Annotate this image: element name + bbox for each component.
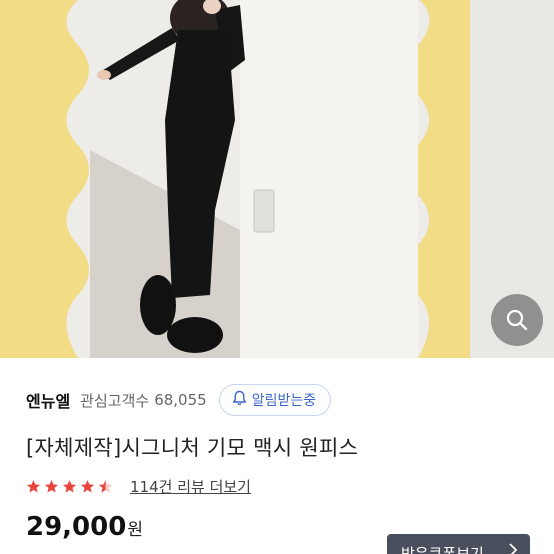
bell-icon xyxy=(232,390,247,410)
alarm-button-label: 알림받는중 xyxy=(251,393,317,409)
star-icon xyxy=(26,479,41,492)
chevron-right-icon xyxy=(508,542,518,554)
shop-info-row: 엔뉴엘 관심고객수 68,055 알림받는중 xyxy=(26,384,332,416)
product-price: 29,000 원 xyxy=(26,512,143,542)
alarm-subscribe-button[interactable]: 알림받는중 xyxy=(218,384,332,416)
coupon-button-label: 받은쿠폰보기 xyxy=(401,545,484,554)
product-image[interactable] xyxy=(0,0,554,358)
star-icon xyxy=(62,479,77,492)
half-star-icon xyxy=(98,479,113,492)
price-unit: 원 xyxy=(127,520,143,540)
rating-row: 114건 리뷰 더보기 xyxy=(26,474,251,498)
star-icon xyxy=(44,479,59,492)
product-title: [자체제작]시그니처 기모 맥시 원피스 xyxy=(26,436,359,460)
search-icon xyxy=(505,308,529,332)
star-rating xyxy=(26,479,116,494)
view-coupons-button[interactable]: 받은쿠폰보기 xyxy=(387,534,530,554)
price-amount: 29,000 xyxy=(26,512,127,542)
star-icon xyxy=(80,479,95,492)
follower-count: 68,055 xyxy=(154,391,207,409)
follower-label: 관심고객수 xyxy=(80,391,150,410)
review-more-link[interactable]: 114건 리뷰 더보기 xyxy=(130,476,251,497)
shop-name[interactable]: 엔뉴엘 xyxy=(26,388,70,412)
zoom-button[interactable] xyxy=(491,294,543,346)
